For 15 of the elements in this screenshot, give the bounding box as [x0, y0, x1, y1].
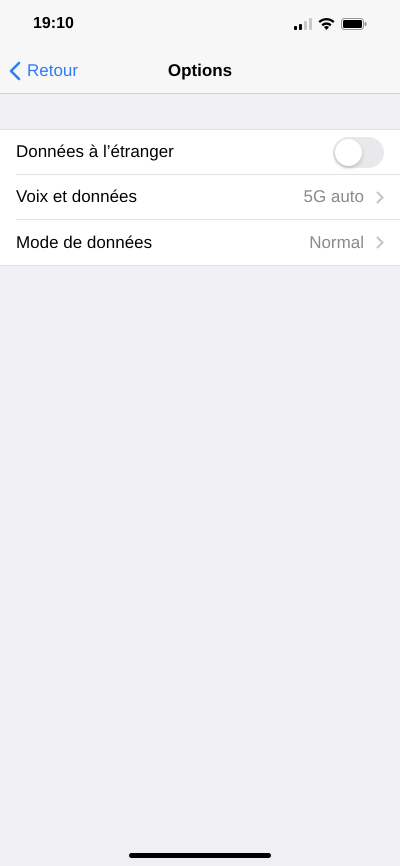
- row-label: Mode de données: [16, 232, 154, 254]
- chevron-icon: [376, 236, 384, 249]
- nav-title: Options: [168, 60, 232, 82]
- row-value: Normal: [309, 232, 364, 254]
- signal-icon: [294, 18, 312, 30]
- toggle-switch[interactable]: [333, 136, 384, 168]
- battery-icon: [341, 18, 367, 30]
- back-chevron-icon: [9, 60, 21, 80]
- chevron-icon: [376, 190, 384, 204]
- back-button[interactable]: Retour: [0, 58, 78, 84]
- row-value: 5G auto: [304, 186, 364, 208]
- status-time: 19:10: [33, 14, 74, 34]
- row-label: Voix et données: [16, 186, 138, 208]
- row-label: Données à l’étranger: [16, 141, 175, 164]
- wifi-icon: [318, 18, 335, 30]
